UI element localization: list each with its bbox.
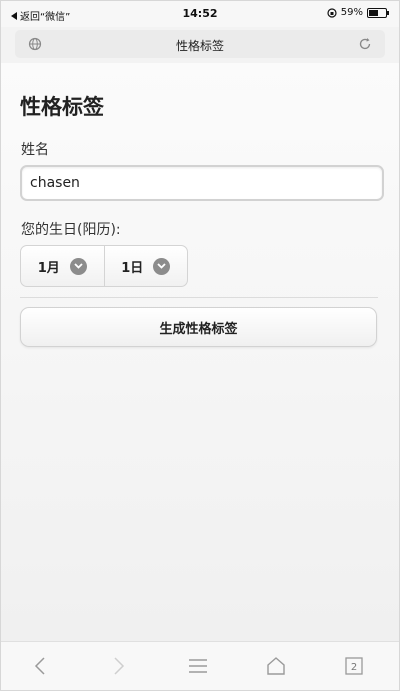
browser-toolbar: 2 [1, 641, 399, 690]
day-select[interactable]: 1日 [103, 246, 188, 286]
reload-icon[interactable] [358, 37, 372, 51]
birthday-select-group: 1月 1日 [20, 245, 188, 287]
status-bar: 返回“微信” 14:52 59% [1, 1, 399, 27]
battery-fill [369, 9, 379, 16]
name-label: 姓名 [21, 142, 49, 158]
home-button[interactable] [264, 654, 288, 678]
home-icon [267, 657, 285, 675]
chevron-right-icon [114, 657, 125, 675]
divider [20, 297, 378, 298]
tabs-count: 2 [351, 662, 357, 673]
battery-percent: 59% [340, 7, 363, 18]
page-content: 性格标签 姓名 您的生日(阳历): 1月 1日 生成性格标签 [1, 63, 399, 641]
forward-button[interactable] [107, 654, 131, 678]
menu-icon [189, 659, 207, 673]
birthday-label: 您的生日(阳历): [21, 222, 121, 238]
generate-tags-button[interactable]: 生成性格标签 [20, 307, 377, 347]
tabs-button[interactable]: 2 [342, 654, 366, 678]
page-title: 性格标签 [20, 95, 104, 119]
name-input[interactable] [20, 165, 384, 201]
phone-screen: 返回“微信” 14:52 59% 性格标签 性格标签 姓名 chasen 您的生… [0, 0, 400, 691]
address-bar[interactable]: 性格标签 [15, 30, 385, 58]
chevron-left-icon [34, 657, 45, 675]
month-value: 1月 [37, 260, 60, 276]
address-title: 性格标签 [175, 39, 224, 53]
month-select[interactable]: 1月 [21, 246, 104, 286]
chevron-down-icon [69, 257, 87, 275]
menu-button[interactable] [186, 654, 210, 678]
day-value: 1日 [121, 260, 144, 276]
chevron-down-icon [153, 257, 171, 275]
rotation-lock-icon [327, 7, 337, 18]
status-indicators: 59% [327, 7, 389, 18]
battery-icon [367, 7, 389, 18]
back-button[interactable] [28, 654, 52, 678]
tabs-icon: 2 [345, 657, 363, 675]
